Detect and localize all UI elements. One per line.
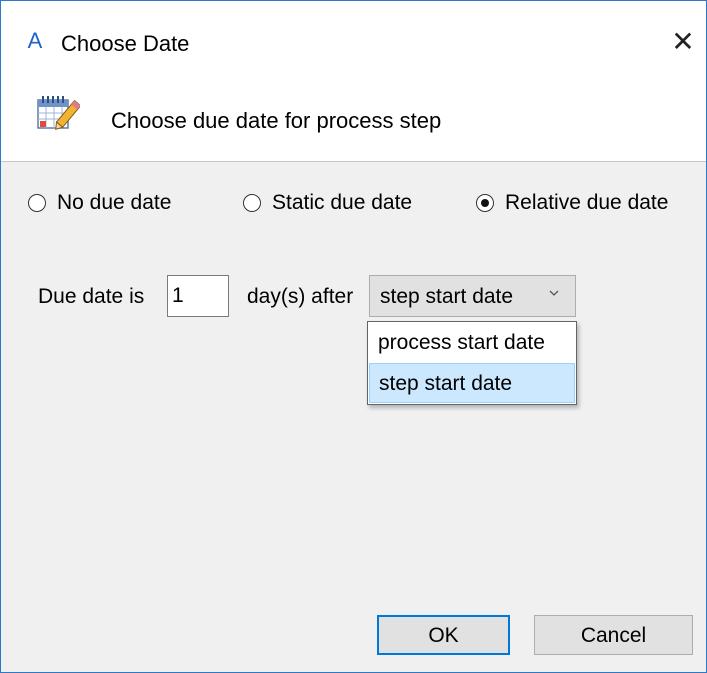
relative-due-date-row: Due date is day(s) after step start date (1, 275, 706, 319)
calendar-edit-icon (37, 96, 80, 130)
days-after-label: day(s) after (247, 285, 354, 308)
radio-no-due-date[interactable]: No due date (28, 186, 171, 220)
dropdown-option-process-start-date[interactable]: process start date (369, 323, 575, 363)
radio-circle (28, 194, 46, 212)
days-input[interactable] (167, 275, 229, 317)
title-bar: A Choose Date ✕ (1, 1, 706, 81)
radio-relative-due-date[interactable]: Relative due date (476, 186, 668, 220)
window-title: Choose Date (61, 31, 190, 56)
choose-date-dialog: A Choose Date ✕ Choose due date for proc… (0, 0, 707, 673)
radio-label: Static due date (272, 191, 413, 214)
reference-date-dropdown-list: process start date step start date (367, 321, 577, 405)
cancel-button[interactable]: Cancel (534, 615, 693, 655)
radio-circle (243, 194, 261, 212)
radio-label: Relative due date (505, 191, 669, 214)
due-date-is-label: Due date is (38, 285, 145, 308)
app-icon: A (27, 28, 43, 53)
dropdown-option-step-start-date[interactable]: step start date (369, 363, 575, 403)
ok-button[interactable]: OK (377, 615, 510, 655)
select-value: step start date (380, 285, 514, 308)
due-type-radio-group: No due date Static due date Relative due… (1, 186, 706, 220)
radio-circle (476, 194, 494, 212)
chevron-down-icon (549, 290, 559, 296)
header-text: Choose due date for process step (111, 108, 442, 133)
radio-selected-dot (481, 199, 489, 207)
radio-static-due-date[interactable]: Static due date (243, 186, 412, 220)
reference-date-select[interactable]: step start date (369, 275, 576, 317)
radio-label: No due date (57, 191, 172, 214)
close-button[interactable]: ✕ (668, 27, 698, 57)
